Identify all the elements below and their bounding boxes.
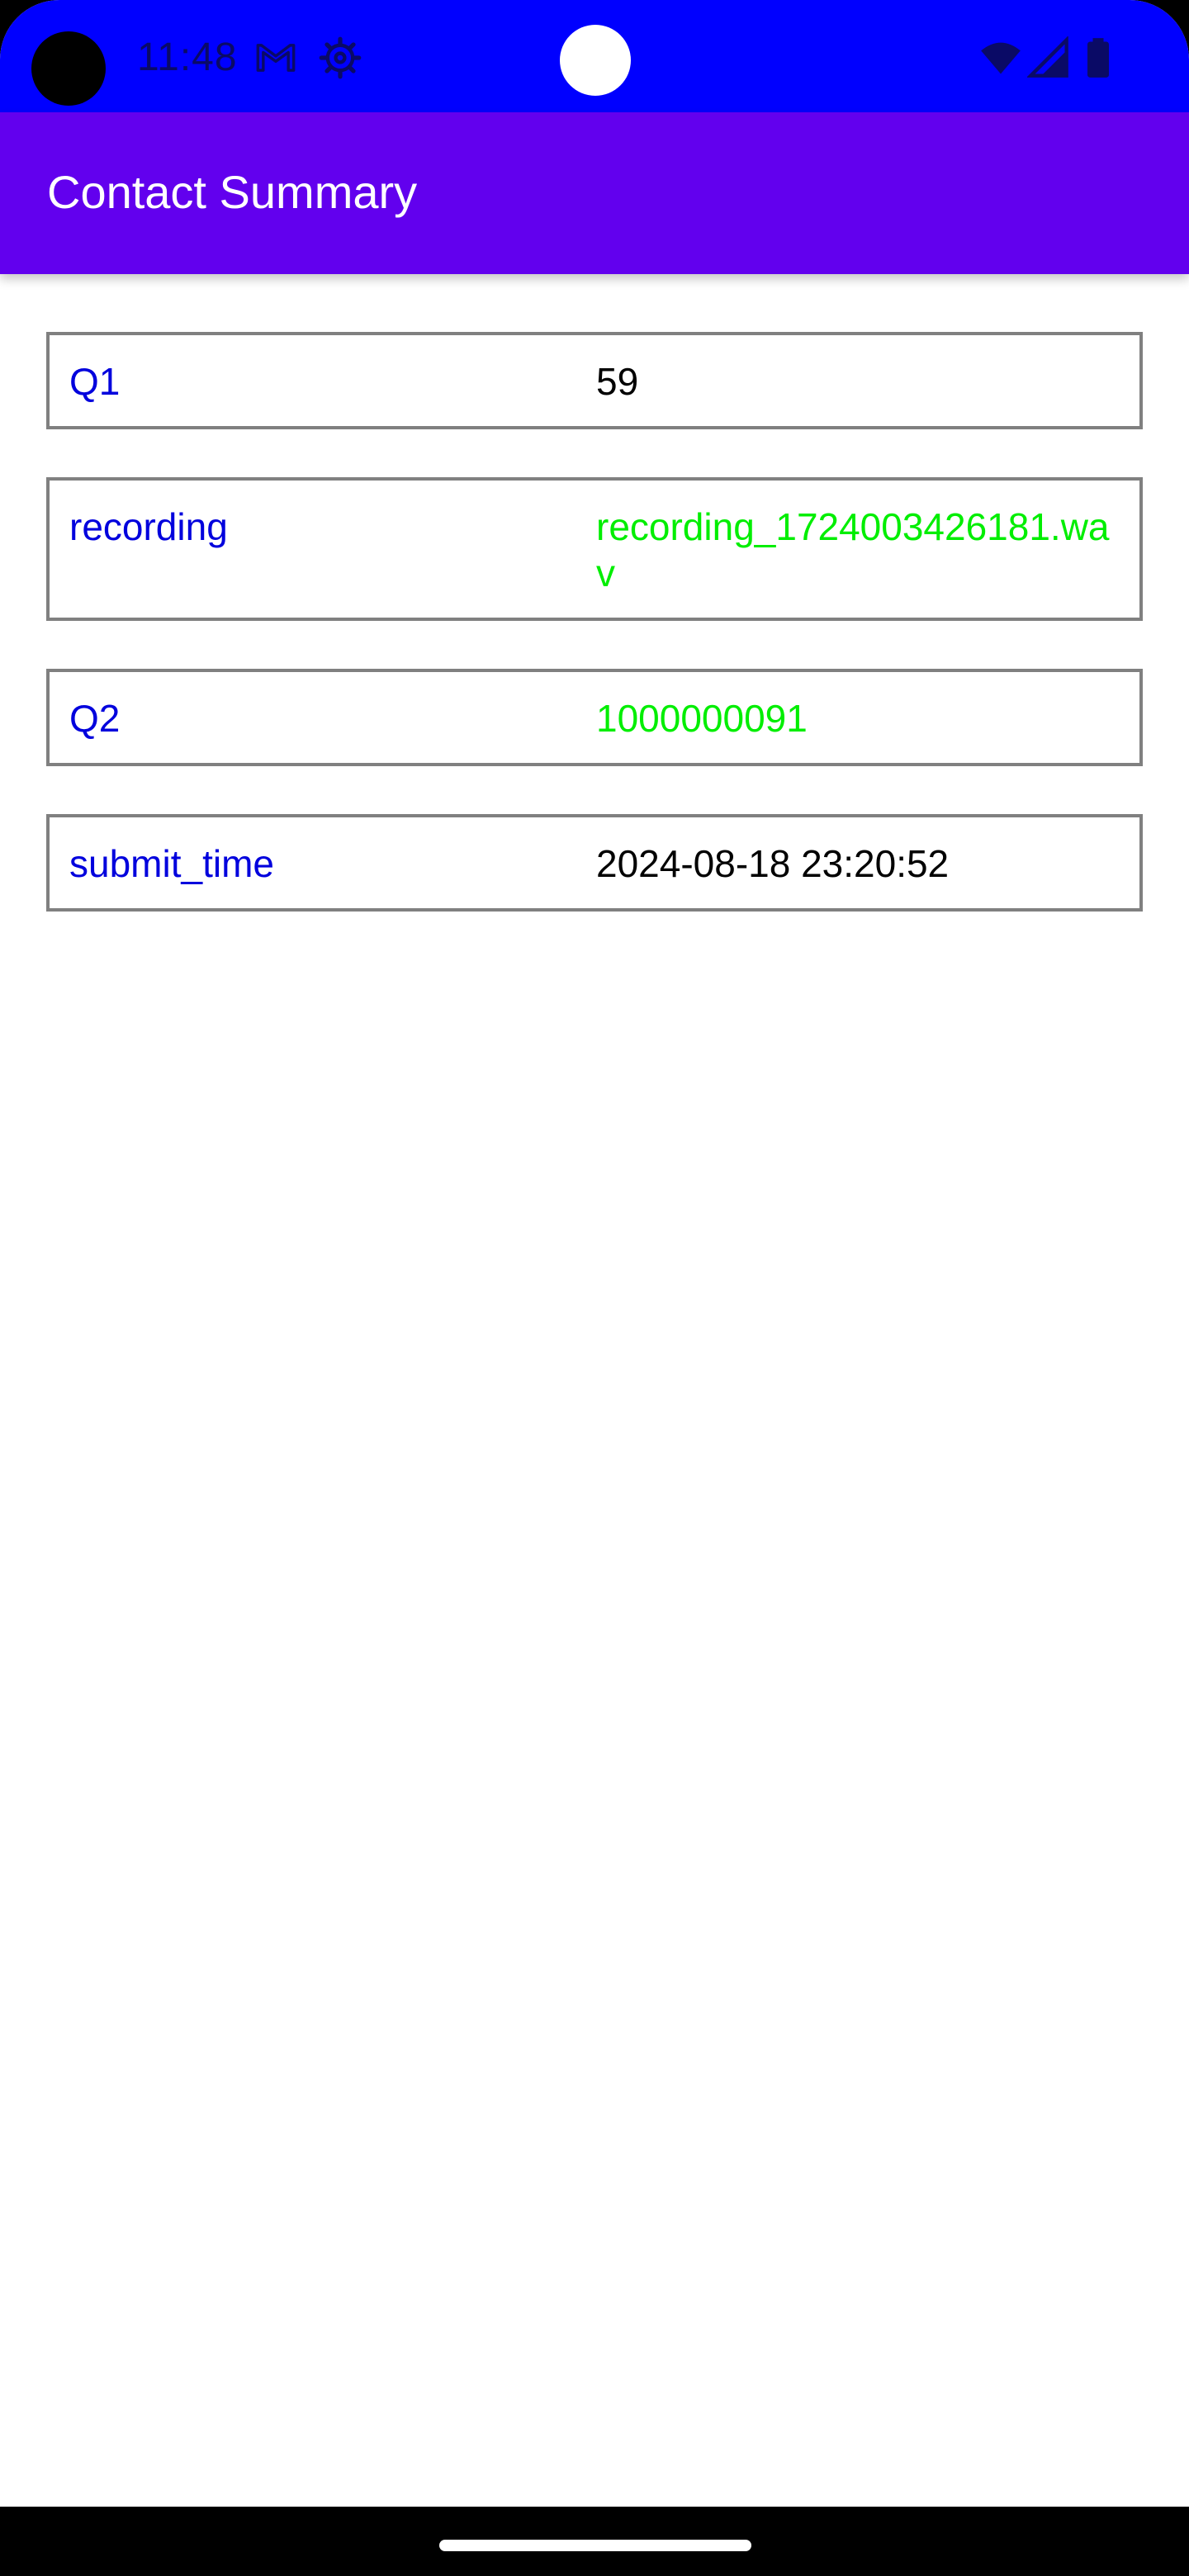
- status-bar: 11:48: [0, 0, 1189, 112]
- row-value: 1000000091: [596, 697, 808, 740]
- camera-cutout: [31, 31, 106, 106]
- row-key: submit_time: [69, 842, 274, 885]
- battery-icon: [1087, 38, 1109, 78]
- row-key: recording: [69, 505, 228, 548]
- summary-list: Q1 59 recording recording_1724003426181.…: [46, 332, 1143, 959]
- app-bar: Contact Summary: [0, 112, 1189, 274]
- row-key: Q1: [69, 360, 121, 403]
- page-title: Contact Summary: [47, 166, 418, 218]
- summary-row-q1: Q1 59: [46, 332, 1143, 429]
- summary-row-submit-time: submit_time 2024-08-18 23:20:52: [46, 814, 1143, 912]
- home-gesture-handle[interactable]: [439, 2540, 751, 2551]
- navigation-bar: [0, 2507, 1189, 2576]
- wifi-icon: [981, 42, 1021, 74]
- settings-icon: [319, 36, 362, 79]
- cell-signal-icon: [1027, 36, 1068, 78]
- row-value: 59: [596, 360, 639, 403]
- row-value: 2024-08-18 23:20:52: [596, 842, 950, 885]
- summary-row-recording: recording recording_1724003426181.wav: [46, 477, 1143, 621]
- row-key: Q2: [69, 697, 121, 740]
- gmail-icon: [256, 44, 296, 72]
- summary-row-q2: Q2 1000000091: [46, 669, 1143, 766]
- status-time: 11:48: [137, 36, 238, 79]
- front-sensor: [560, 25, 631, 96]
- row-value: recording_1724003426181.wav: [596, 505, 1110, 594]
- phone-screen: 11:48 Contact Summary Q1 59 recording re…: [0, 0, 1189, 2576]
